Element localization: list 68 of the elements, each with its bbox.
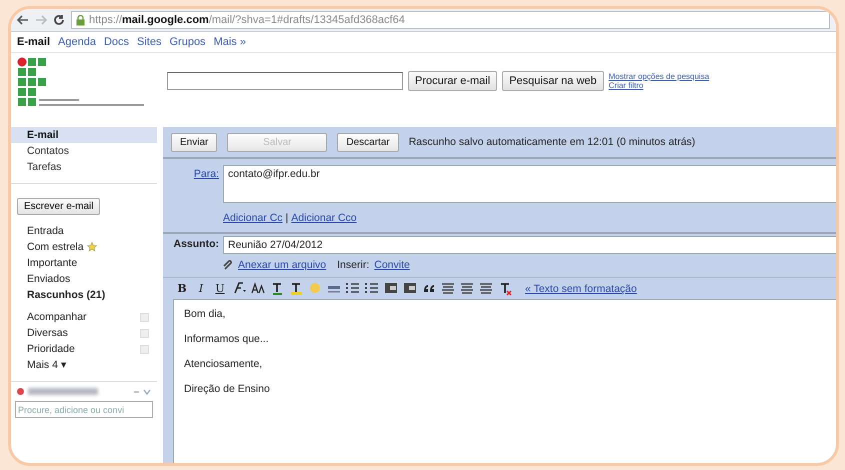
invite-link[interactable]: Convite	[374, 259, 410, 271]
body-line: Direção de Ensino	[184, 383, 271, 395]
reload-icon[interactable]	[53, 14, 65, 26]
back-icon[interactable]	[17, 15, 29, 25]
align-right-icon[interactable]	[479, 281, 493, 296]
label-link[interactable]: Diversas	[11, 325, 68, 341]
to-field[interactable]: contato@ifpr.edu.br	[223, 165, 836, 203]
blurred-name	[28, 388, 98, 395]
search-field[interactable]	[167, 72, 403, 90]
nav-link[interactable]: E-mail	[17, 36, 50, 48]
nav-link[interactable]: Mais »	[214, 36, 246, 48]
align-left-icon[interactable]	[441, 281, 455, 296]
draft-status: Rascunho salvo automaticamente em 12:01 (0 minutos atrás)	[408, 136, 696, 148]
search-button[interactable]: Procurar e-mail	[408, 71, 498, 91]
address-bar[interactable]: https://mail.google.com/mail/?shva=1#drafts/13345afd368acf64	[71, 11, 830, 29]
paperclip-icon	[223, 260, 233, 270]
body-line: Atenciosamente,	[184, 358, 264, 370]
url-text: https://mail.google.com/mail/?shva=1#drafts/13345afd368acf64	[89, 14, 405, 26]
label-color-swatch	[140, 312, 149, 322]
app-link[interactable]: E-mail	[11, 127, 157, 143]
size-icon[interactable]	[251, 281, 265, 296]
compose-action-button[interactable]: Enviar	[171, 132, 218, 152]
underline-button[interactable]: U	[213, 281, 227, 296]
subject-label: Assunto:	[172, 237, 219, 250]
insert-label: Inserir:	[337, 259, 370, 271]
compose-button[interactable]: Escrever e-mail	[17, 198, 100, 215]
body-line: Bom dia,	[184, 308, 226, 320]
bold-button[interactable]: B	[175, 281, 189, 296]
label-color-swatch	[140, 328, 149, 338]
italic-button[interactable]: I	[194, 281, 208, 296]
more-labels-link[interactable]: Mais 4 ▾	[11, 357, 157, 373]
app-link[interactable]: Tarefas	[11, 159, 157, 175]
bullet-list-icon[interactable]	[365, 281, 379, 296]
search-link[interactable]: Criar filtro	[608, 81, 710, 90]
nav-link[interactable]: Grupos	[169, 36, 206, 48]
align-center-icon[interactable]	[460, 281, 474, 296]
font-icon[interactable]	[232, 281, 246, 296]
lock-icon	[76, 14, 85, 26]
search-button[interactable]: Pesquisar na web	[502, 71, 604, 91]
folder-link[interactable]: Enviados	[11, 271, 157, 287]
search-link[interactable]: Mostrar opções de pesquisa	[608, 72, 710, 81]
attach-file-link[interactable]: Anexar um arquivo	[238, 259, 326, 271]
body-line: Informamos que...	[184, 333, 270, 345]
nav-link[interactable]: Sites	[137, 36, 162, 48]
subject-field[interactable]: Reunião 27/04/2012	[223, 236, 836, 254]
folder-link[interactable]: Entrada	[11, 223, 157, 239]
plain-text-link[interactable]: « Texto sem formatação	[525, 282, 637, 294]
star-icon	[86, 242, 97, 252]
nav-link[interactable]: Docs	[104, 36, 130, 48]
label-link[interactable]: Prioridade	[11, 341, 75, 357]
folder-link[interactable]: Com estrela	[11, 239, 84, 255]
label-color-swatch	[140, 344, 149, 354]
folder-link[interactable]: Importante	[11, 255, 157, 271]
text-color-icon[interactable]	[270, 281, 284, 296]
nav-link[interactable]: Agenda	[58, 36, 96, 48]
compose-action-button[interactable]: Descartar	[337, 132, 399, 152]
highlight-icon[interactable]	[289, 281, 303, 296]
folder-link[interactable]: Rascunhos (21)	[11, 287, 157, 303]
remove-format-icon[interactable]	[498, 281, 512, 296]
numbered-list-icon[interactable]	[346, 281, 360, 296]
to-link[interactable]: Para:	[194, 168, 219, 180]
message-body[interactable]: Bom dia, Informamos que... Atenciosamente, Direção de Ensino	[173, 299, 836, 463]
link-separator: |	[286, 212, 288, 224]
label-link[interactable]: Acompanhar	[11, 309, 87, 325]
app-link[interactable]: Contatos	[11, 143, 157, 159]
add-cc-link[interactable]: Adicionar Cc	[223, 212, 283, 224]
chat-search-field[interactable]: Procure, adicione ou convi	[15, 401, 153, 418]
add-bcc-link[interactable]: Adicionar Cco	[291, 212, 357, 224]
